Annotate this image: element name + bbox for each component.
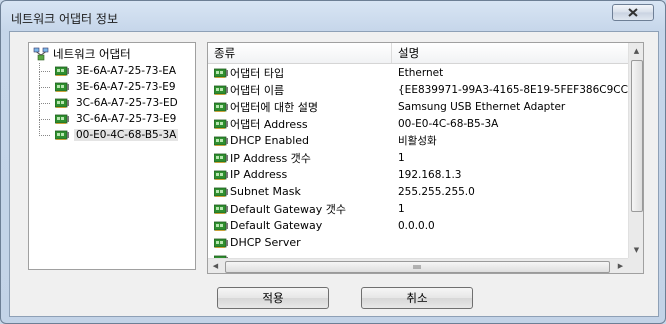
tree-item-adapter[interactable]: 3E-6A-A7-25-73-E9 bbox=[39, 79, 180, 95]
row-name-cell: DHCP Enabled bbox=[208, 134, 398, 147]
list-row[interactable]: 어댑터 타입 Ethernet bbox=[208, 64, 628, 81]
network-card-icon bbox=[214, 187, 228, 197]
row-value: Ethernet bbox=[398, 66, 444, 79]
list-row[interactable]: 어댑터 이름 {EE839971-99A3-4165-8E19-5FEF386C9… bbox=[208, 81, 642, 98]
row-value: 00-E0-4C-68-B5-3A bbox=[398, 117, 499, 130]
scroll-up-icon[interactable]: ▲ bbox=[629, 43, 643, 59]
network-card-icon bbox=[55, 130, 69, 140]
network-card-icon bbox=[55, 82, 69, 92]
column-header-description[interactable]: 설명 bbox=[392, 43, 628, 63]
apply-button[interactable]: 적용 bbox=[217, 287, 329, 309]
list-row[interactable]: Default Gateway 0.0.0.0 bbox=[208, 217, 628, 234]
row-name-cell: IP Address bbox=[208, 168, 398, 181]
tree-item-adapter-selected[interactable]: 00-E0-4C-68-B5-3A bbox=[39, 127, 180, 143]
row-value: 1 bbox=[398, 151, 405, 164]
network-card-icon bbox=[214, 153, 228, 163]
list-row[interactable]: Default Gateway 갯수 1 bbox=[208, 200, 628, 217]
network-card-icon bbox=[214, 136, 228, 146]
network-card-icon bbox=[55, 66, 69, 76]
list-row[interactable]: 어댑터에 대한 설명 Samsung USB Ethernet Adapter bbox=[208, 98, 628, 115]
row-name-cell: IP Address 갯수 bbox=[208, 150, 398, 166]
row-name-cell: Subnet Mask bbox=[208, 185, 398, 198]
row-value: 192.168.1.3 bbox=[398, 168, 462, 181]
row-name: Default Gateway 갯수 bbox=[230, 202, 347, 216]
row-name-cell: 어댑터 Address bbox=[208, 116, 398, 132]
network-card-icon bbox=[214, 238, 228, 248]
network-card-icon bbox=[55, 98, 69, 108]
row-value: 비활성화 bbox=[398, 135, 437, 147]
list-header: 종류 설명 bbox=[208, 43, 628, 64]
row-name: Default Gateway bbox=[230, 219, 323, 232]
row-value: {EE839971-99A3-4165-8E19-5FEF386C9CCA} bbox=[398, 83, 642, 96]
list-row[interactable]: 어댑터 Address 00-E0-4C-68-B5-3A bbox=[208, 115, 628, 132]
row-value: Samsung USB Ethernet Adapter bbox=[398, 100, 566, 113]
dialog-body: 네트워크 어댑터 3E-6A-A7-25-73-EA 3E-6A-A7-25-7… bbox=[9, 31, 659, 317]
grip-icon bbox=[413, 265, 421, 269]
row-name-cell: DHCP Server bbox=[208, 236, 398, 249]
list-row[interactable]: Subnet Mask 255.255.255.0 bbox=[208, 183, 628, 200]
close-icon bbox=[628, 8, 638, 17]
row-name: DHCP Enabled bbox=[230, 134, 310, 147]
row-name: IP Address bbox=[230, 168, 288, 181]
adapter-tree[interactable]: 네트워크 어댑터 3E-6A-A7-25-73-EA 3E-6A-A7-25-7… bbox=[28, 42, 196, 270]
row-value: 0.0.0.0 bbox=[398, 219, 435, 232]
scroll-left-icon[interactable]: ◀ bbox=[208, 259, 223, 273]
column-header-type[interactable]: 종류 bbox=[208, 43, 392, 63]
network-card-icon bbox=[214, 221, 228, 231]
network-card-icon bbox=[214, 119, 228, 129]
horizontal-scroll-thumb[interactable] bbox=[225, 261, 610, 273]
list-row[interactable]: DHCP Server bbox=[208, 234, 628, 251]
adapter-details-list[interactable]: 종류 설명 어댑터 타입 Ethernet 어댑터 이름 {EE839971-99A3… bbox=[207, 42, 644, 274]
vertical-scroll-thumb[interactable] bbox=[631, 60, 643, 212]
list-row[interactable]: DHCP Enabled 비활성화 bbox=[208, 132, 628, 149]
tree-item-adapter[interactable]: 3C-6A-A7-25-73-E9 bbox=[39, 111, 180, 127]
row-name: DHCP Server bbox=[230, 236, 301, 249]
row-name: Subnet Mask bbox=[230, 185, 301, 198]
row-name: 어댑터 이름 bbox=[230, 83, 285, 97]
row-value: 255.255.255.0 bbox=[398, 185, 475, 198]
network-card-icon bbox=[214, 204, 228, 214]
row-name-cell: Default Gateway 갯수 bbox=[208, 201, 398, 217]
row-name: IP Address 갯수 bbox=[230, 151, 311, 165]
vertical-scrollbar[interactable]: ▲ ▼ bbox=[628, 43, 643, 258]
list-row[interactable]: IP Address 갯수 1 bbox=[208, 149, 628, 166]
scroll-down-icon[interactable]: ▼ bbox=[629, 242, 643, 258]
list-row[interactable]: IP Address 192.168.1.3 bbox=[208, 166, 628, 183]
row-name-cell: Default Gateway bbox=[208, 219, 398, 232]
horizontal-scrollbar[interactable]: ◀ ▶ bbox=[208, 258, 628, 273]
row-name-cell: 어댑터 이름 bbox=[208, 82, 398, 98]
row-name: 어댑터 Address bbox=[230, 117, 308, 131]
dialog-window: 네트워크 어댑터 정보 네트워크 어댑터 3E-6A-A7-25-73-EA 3… bbox=[0, 0, 666, 324]
tree-root-label: 네트워크 어댑터 bbox=[53, 47, 131, 61]
tree-item-adapter[interactable]: 3E-6A-A7-25-73-EA bbox=[39, 63, 180, 79]
adapter-mac-label: 3C-6A-A7-25-73-ED bbox=[76, 97, 178, 109]
adapter-mac-label: 3E-6A-A7-25-73-EA bbox=[76, 65, 177, 77]
adapter-mac-label: 3C-6A-A7-25-73-E9 bbox=[76, 113, 177, 125]
cancel-button[interactable]: 취소 bbox=[361, 287, 473, 309]
row-name: 어댑터에 대한 설명 bbox=[230, 100, 318, 114]
network-card-icon bbox=[214, 102, 228, 112]
adapter-mac-label: 00-E0-4C-68-B5-3A bbox=[74, 129, 179, 141]
network-card-icon bbox=[214, 68, 228, 78]
network-card-icon bbox=[214, 170, 228, 180]
row-name: 어댑터 타입 bbox=[230, 66, 285, 80]
row-name-cell: 어댑터에 대한 설명 bbox=[208, 99, 398, 115]
adapter-mac-label: 3E-6A-A7-25-73-E9 bbox=[76, 81, 176, 93]
network-icon bbox=[33, 47, 49, 61]
network-card-icon bbox=[55, 114, 69, 124]
window-title: 네트워크 어댑터 정보 bbox=[11, 12, 118, 26]
network-card-icon bbox=[214, 85, 228, 95]
tree-root[interactable]: 네트워크 어댑터 bbox=[33, 46, 131, 62]
tree-item-adapter[interactable]: 3C-6A-A7-25-73-ED bbox=[39, 95, 180, 111]
close-button[interactable] bbox=[612, 4, 654, 21]
scroll-corner bbox=[628, 258, 643, 273]
row-name-cell: 어댑터 타입 bbox=[208, 65, 398, 81]
scroll-right-icon[interactable]: ▶ bbox=[613, 259, 628, 273]
list-rows: 어댑터 타입 Ethernet 어댑터 이름 {EE839971-99A3-4165-… bbox=[208, 64, 642, 268]
row-value: 1 bbox=[398, 202, 405, 215]
